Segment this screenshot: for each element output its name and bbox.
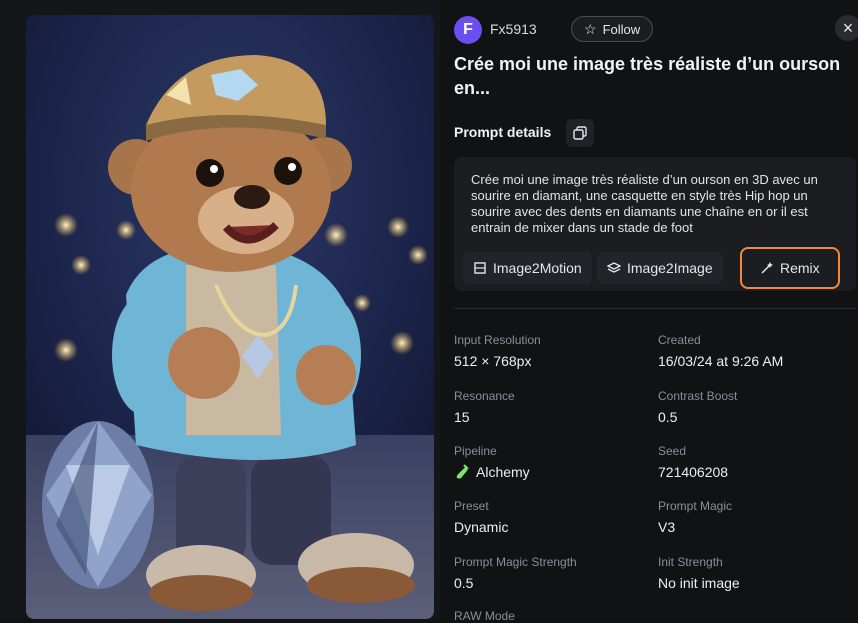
- image-title: Crée moi une image très réaliste d’un ou…: [454, 54, 841, 98]
- generated-image[interactable]: [26, 15, 434, 619]
- follow-label: Follow: [602, 21, 641, 37]
- image2motion-button[interactable]: Image2Motion: [463, 252, 592, 284]
- meta-value: Alchemy: [454, 464, 530, 480]
- username[interactable]: Fx5913: [490, 21, 537, 37]
- meta-value: 721406208: [658, 464, 729, 480]
- prompt-details-label: Prompt details: [454, 124, 552, 140]
- copy-prompt-button[interactable]: [566, 119, 594, 147]
- meta-value: 512 × 768px: [454, 353, 532, 369]
- remix-button[interactable]: Remix: [740, 247, 840, 289]
- meta-key: RAW Mode: [454, 609, 515, 623]
- meta-created: Created 16/03/24 at 9:26 AM: [658, 333, 783, 369]
- meta-init-strength: Init Strength No init image: [658, 555, 740, 591]
- image2motion-label: Image2Motion: [493, 260, 582, 276]
- magic-wand-icon: [761, 262, 773, 274]
- close-icon: ×: [842, 17, 854, 38]
- follow-button[interactable]: ☆ Follow: [571, 16, 654, 42]
- meta-preset: Preset Dynamic: [454, 499, 508, 535]
- pipeline-value: Alchemy: [476, 464, 530, 480]
- copy-icon: [573, 126, 587, 140]
- meta-key: Input Resolution: [454, 333, 541, 347]
- meta-raw-mode: RAW Mode: [454, 609, 515, 623]
- meta-seed: Seed 721406208: [658, 444, 728, 480]
- close-button[interactable]: ×: [835, 15, 858, 41]
- divider: [454, 308, 856, 309]
- remix-label: Remix: [780, 260, 820, 276]
- meta-pipeline: Pipeline Alchemy: [454, 444, 530, 480]
- meta-key: Prompt Magic: [658, 499, 733, 513]
- meta-key: Pipeline: [454, 444, 497, 458]
- details-panel: F Fx5913 ☆ Follow × Crée moi une image t…: [440, 0, 858, 623]
- meta-value: 16/03/24 at 9:26 AM: [658, 353, 784, 369]
- prompt-text: Crée moi une image très réaliste d’un ou…: [471, 172, 818, 235]
- meta-key: Contrast Boost: [658, 389, 738, 403]
- film-icon: [474, 262, 486, 274]
- teddy-bear-image: [26, 15, 434, 619]
- meta-input-resolution: Input Resolution 512 × 768px: [454, 333, 541, 369]
- meta-key: Seed: [658, 444, 687, 458]
- image2image-button[interactable]: Image2Image: [597, 252, 723, 284]
- prompt-box: Crée moi une image très réaliste d’un ou…: [454, 157, 856, 291]
- avatar[interactable]: F: [454, 16, 482, 44]
- meta-key: Resonance: [454, 389, 515, 403]
- meta-value: 15: [454, 409, 470, 425]
- meta-prompt-magic-strength: Prompt Magic Strength 0.5: [454, 555, 577, 591]
- alchemy-icon: [456, 464, 469, 479]
- star-icon: ☆: [584, 20, 597, 37]
- meta-key: Created: [658, 333, 701, 347]
- meta-prompt-magic: Prompt Magic V3: [658, 499, 732, 535]
- meta-value: 0.5: [658, 409, 678, 425]
- meta-key: Init Strength: [658, 555, 723, 569]
- meta-value: Dynamic: [454, 519, 509, 535]
- meta-contrast-boost: Contrast Boost 0.5: [658, 389, 737, 425]
- image-panel: [0, 0, 440, 619]
- layers-icon: [607, 262, 621, 273]
- meta-value: 0.5: [454, 575, 474, 591]
- meta-resonance: Resonance 15: [454, 389, 515, 425]
- image2image-label: Image2Image: [627, 260, 713, 276]
- meta-key: Preset: [454, 499, 489, 513]
- meta-value: No init image: [658, 575, 740, 591]
- meta-value: V3: [658, 519, 676, 535]
- meta-key: Prompt Magic Strength: [454, 555, 577, 569]
